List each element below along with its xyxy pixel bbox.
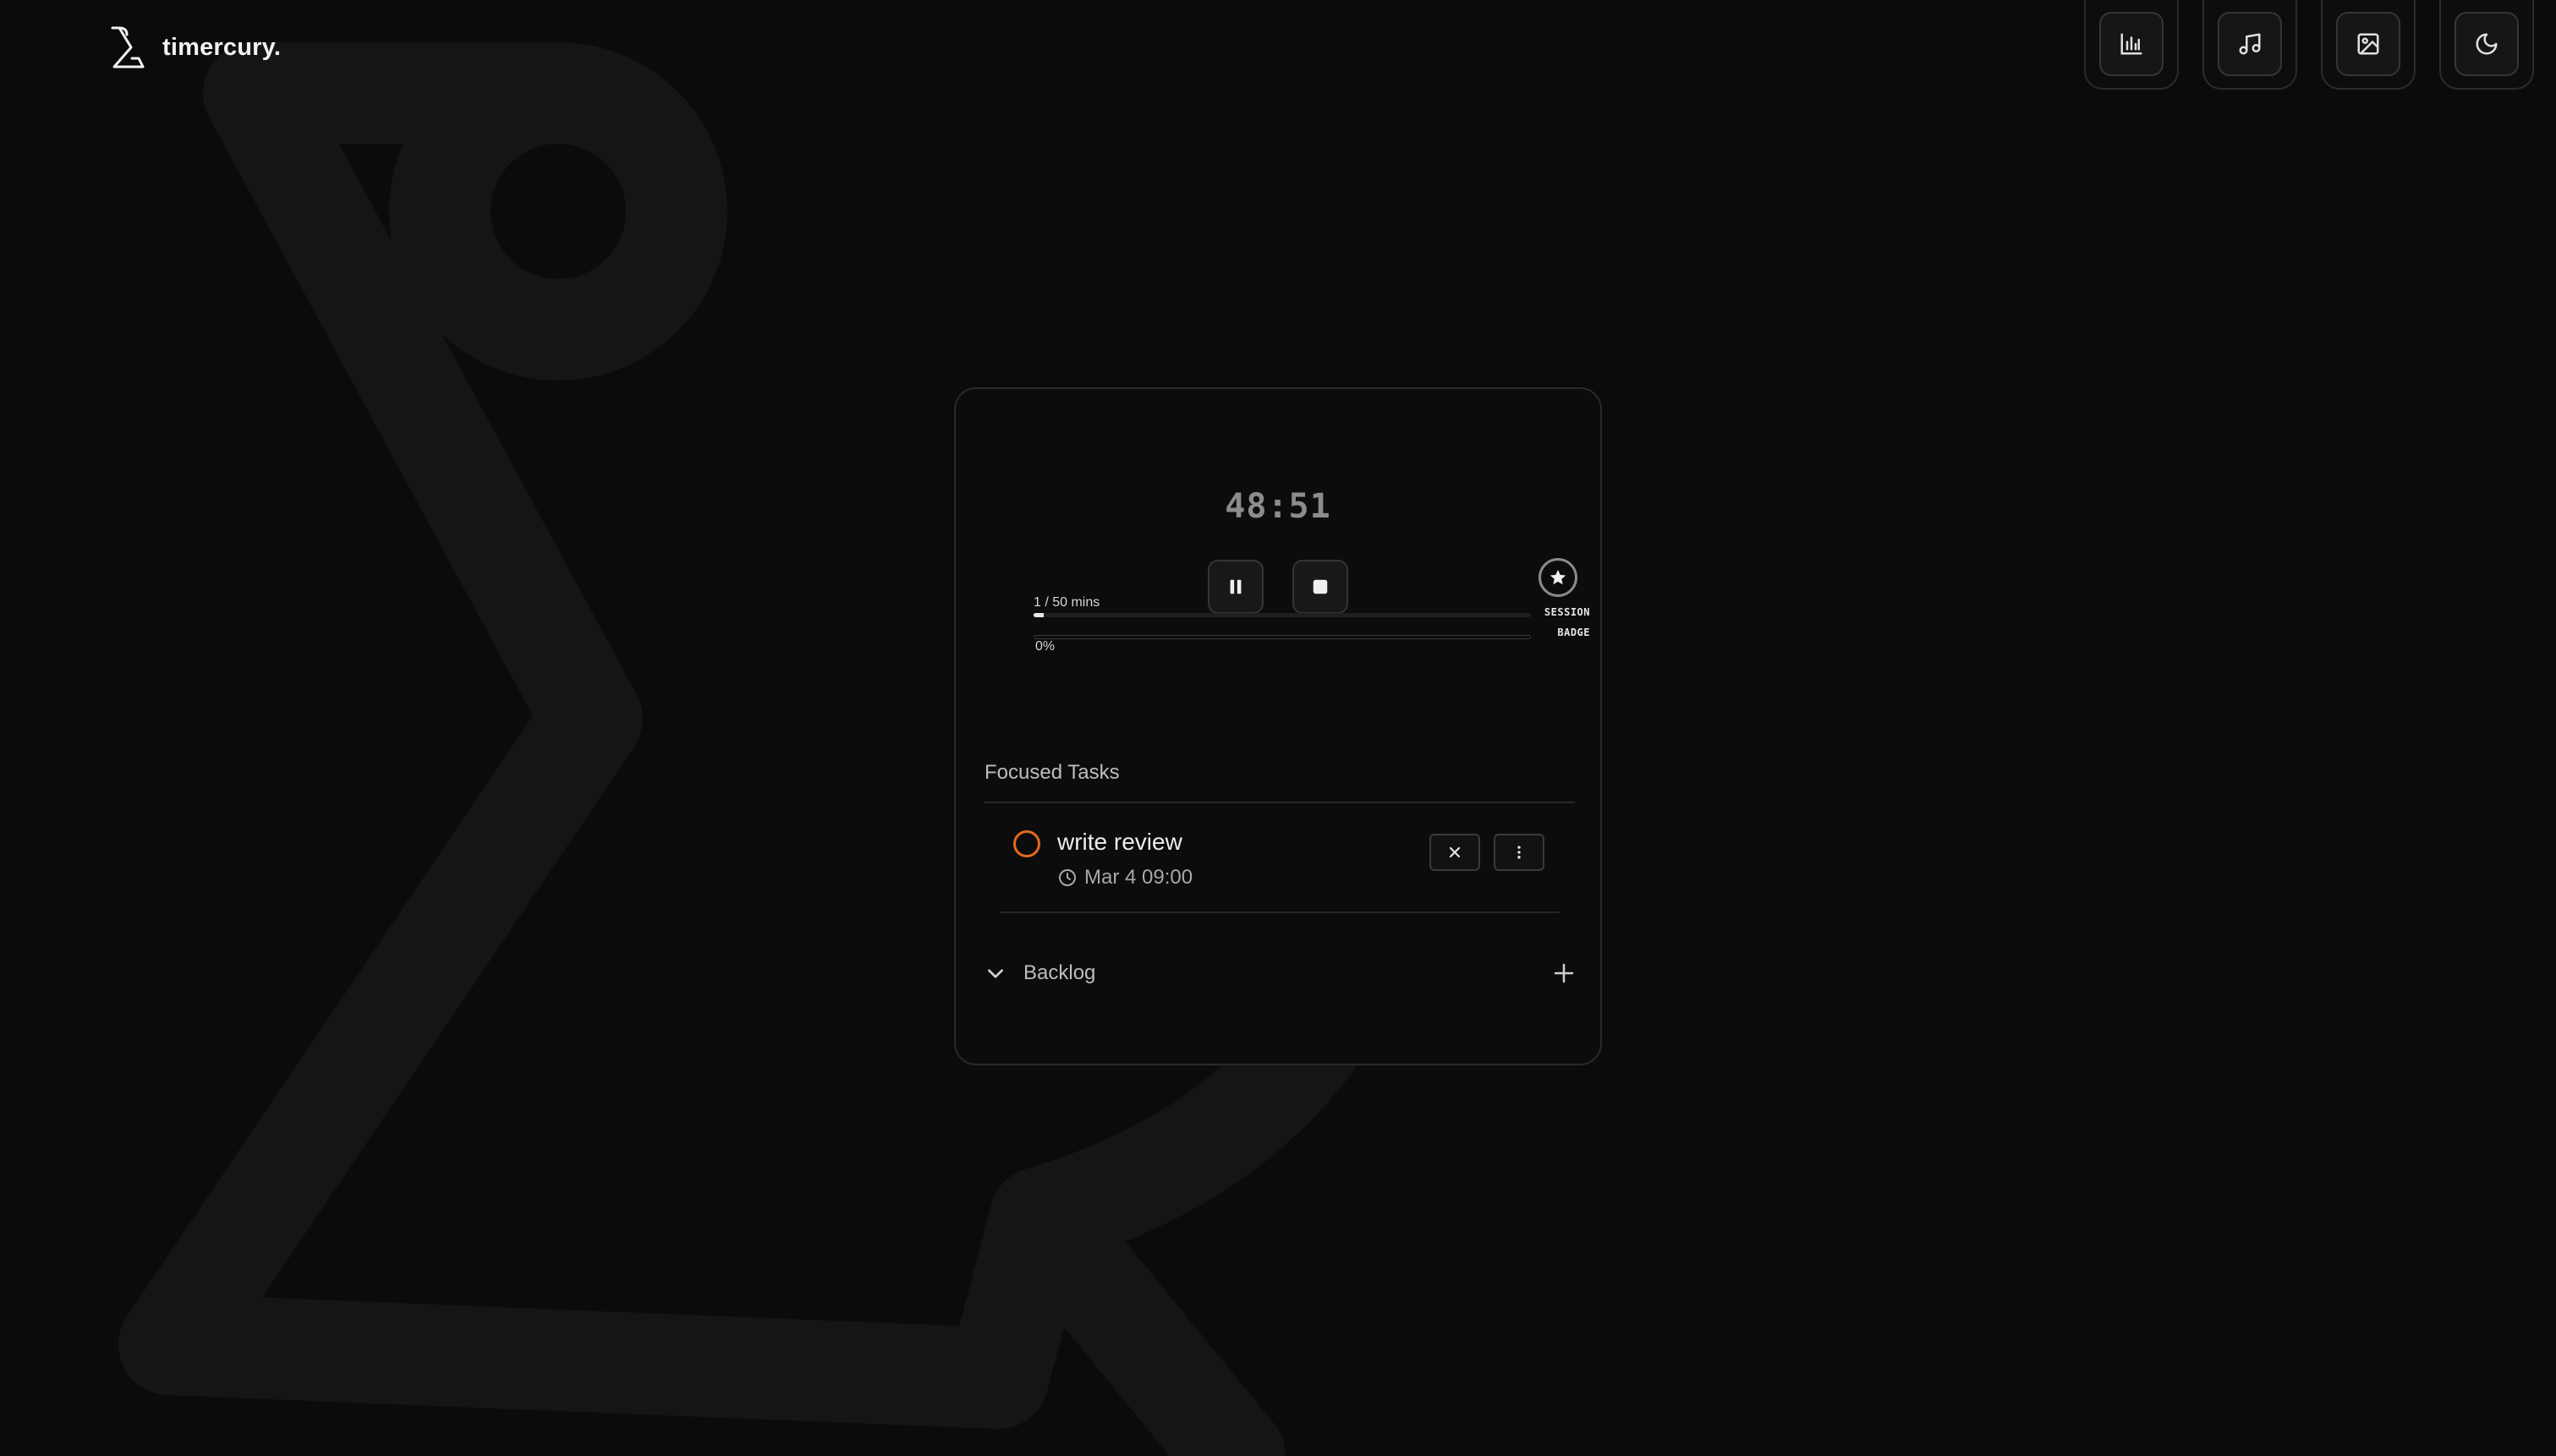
music-note-icon [2239, 33, 2261, 55]
star-icon [1550, 569, 1566, 585]
brand-logo[interactable]: timercury. [108, 22, 281, 73]
session-progress-fill [1034, 613, 1044, 617]
progress-label: 1 / 50 mins [1034, 595, 1100, 610]
backlog-label: Backlog [1023, 961, 1096, 984]
background-image-button[interactable] [2321, 0, 2416, 90]
task-complete-checkbox[interactable] [1013, 830, 1040, 857]
timer-card: 48:51 1 / 50 mins 0% SESSION BADGE Focus… [954, 387, 1602, 1065]
top-toolbar [2084, 0, 2534, 90]
chevron-down-icon [988, 969, 1003, 978]
task-due-date: Mar 4 09:00 [1057, 866, 1193, 889]
session-badge[interactable]: SESSION BADGE [1526, 558, 1590, 643]
sigma-hourglass-icon [111, 26, 145, 68]
session-progress-bar [1034, 613, 1531, 617]
badge-label-line2: BADGE [1557, 627, 1590, 638]
theme-toggle-button[interactable] [2439, 0, 2534, 90]
stop-button[interactable] [1292, 560, 1348, 614]
pause-icon [1230, 579, 1242, 594]
task-item[interactable]: write review Mar 4 09:00 [1000, 820, 1560, 913]
task-date-text: Mar 4 09:00 [1084, 866, 1193, 889]
more-vertical-icon [1517, 846, 1521, 859]
bar-chart-icon [2120, 33, 2142, 55]
moon-icon [2476, 33, 2498, 55]
music-button[interactable] [2202, 0, 2297, 90]
focused-tasks-title: Focused Tasks [985, 761, 1120, 784]
section-divider [985, 802, 1575, 803]
timer-display: 48:51 [1225, 487, 1331, 526]
task-title: write review [1057, 829, 1182, 855]
backlog-toggle[interactable]: Backlog [985, 952, 1577, 994]
add-task-icon[interactable] [1551, 961, 1577, 986]
stats-button[interactable] [2084, 0, 2179, 90]
image-icon [2357, 33, 2379, 55]
pause-button[interactable] [1208, 560, 1264, 614]
close-icon [1449, 846, 1461, 858]
task-more-button[interactable] [1494, 834, 1544, 871]
stop-icon [1313, 579, 1328, 594]
clock-icon [1059, 869, 1076, 886]
brand-name: timercury. [162, 33, 282, 61]
remove-task-button[interactable] [1429, 834, 1480, 871]
progress-percent: 0% [1035, 639, 1056, 654]
badge-label-line1: SESSION [1544, 606, 1590, 618]
secondary-progress-bar [1034, 635, 1531, 639]
